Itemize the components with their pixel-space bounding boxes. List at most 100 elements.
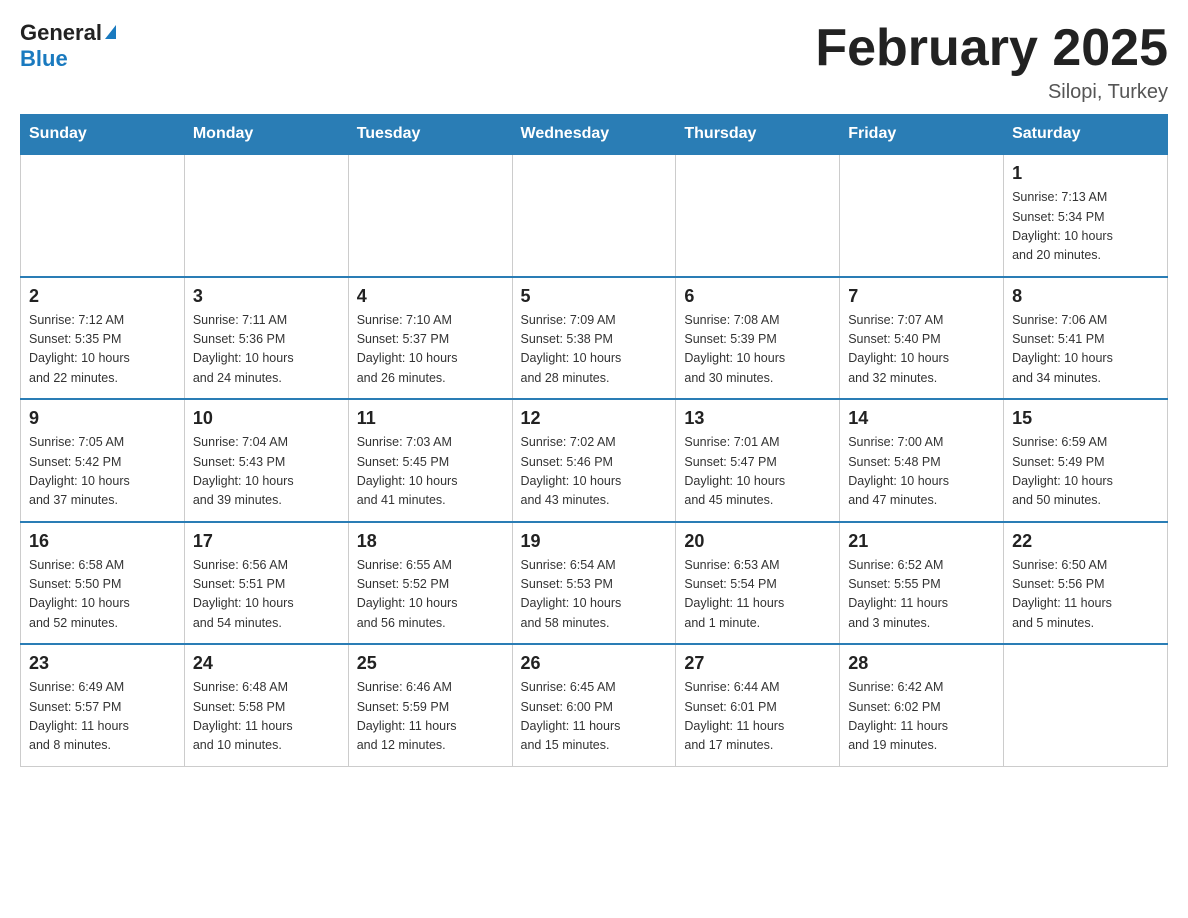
month-title: February 2025 (815, 20, 1168, 77)
day-number: 5 (521, 286, 668, 307)
calendar-cell: 25 Sunrise: 6:46 AMSunset: 5:59 PMDayligh… (348, 644, 512, 766)
day-info: Sunrise: 6:50 AMSunset: 5:56 PMDaylight:… (1012, 556, 1159, 634)
calendar-cell: 13Sunrise: 7:01 AMSunset: 5:47 PMDayligh… (676, 399, 840, 522)
calendar-cell: 7 Sunrise: 7:07 AMSunset: 5:40 PMDaylight… (840, 277, 1004, 400)
calendar-cell: 10 Sunrise: 7:04 AMSunset: 5:43 PMDayligh… (184, 399, 348, 522)
calendar-cell: 2Sunrise: 7:12 AMSunset: 5:35 PMDaylight… (21, 277, 185, 400)
day-number: 3 (193, 286, 340, 307)
day-info: Sunrise: 6:59 AMSunset: 5:49 PMDaylight:… (1012, 433, 1159, 511)
logo-triangle-icon (105, 25, 116, 39)
header-tuesday: Tuesday (348, 115, 512, 155)
day-number: 22 (1012, 531, 1159, 552)
day-number: 4 (357, 286, 504, 307)
day-info: Sunrise: 6:52 AMSunset: 5:55 PMDaylight:… (848, 556, 995, 634)
calendar-week-4: 16 Sunrise: 6:58 AMSunset: 5:50 PMDayligh… (21, 522, 1168, 645)
calendar-cell (21, 154, 185, 277)
day-info: Sunrise: 7:04 AMSunset: 5:43 PMDaylight:… (193, 433, 340, 511)
day-info: Sunrise: 6:45 AMSunset: 6:00 PMDaylight:… (521, 678, 668, 756)
calendar-cell: 14 Sunrise: 7:00 AMSunset: 5:48 PMDayligh… (840, 399, 1004, 522)
day-number: 10 (193, 408, 340, 429)
calendar-cell: 17 Sunrise: 6:56 AMSunset: 5:51 PMDayligh… (184, 522, 348, 645)
day-info: Sunrise: 7:07 AMSunset: 5:40 PMDaylight:… (848, 311, 995, 389)
day-info: Sunrise: 7:03 AMSunset: 5:45 PMDaylight:… (357, 433, 504, 511)
day-info: Sunrise: 6:53 AMSunset: 5:54 PMDaylight:… (684, 556, 831, 634)
day-info: Sunrise: 6:55 AMSunset: 5:52 PMDaylight:… (357, 556, 504, 634)
weekday-header-row: Sunday Monday Tuesday Wednesday Thursday… (21, 115, 1168, 155)
day-number: 6 (684, 286, 831, 307)
day-number: 1 (1012, 163, 1159, 184)
calendar-cell (840, 154, 1004, 277)
day-info: Sunrise: 6:44 AMSunset: 6:01 PMDaylight:… (684, 678, 831, 756)
logo-general-text: General (20, 20, 102, 46)
calendar-cell: 24 Sunrise: 6:48 AMSunset: 5:58 PMDayligh… (184, 644, 348, 766)
day-info: Sunrise: 7:08 AMSunset: 5:39 PMDaylight:… (684, 311, 831, 389)
day-info: Sunrise: 6:58 AMSunset: 5:50 PMDaylight:… (29, 556, 176, 634)
calendar-cell: 28Sunrise: 6:42 AMSunset: 6:02 PMDayligh… (840, 644, 1004, 766)
day-number: 11 (357, 408, 504, 429)
calendar-cell: 9 Sunrise: 7:05 AMSunset: 5:42 PMDaylight… (21, 399, 185, 522)
calendar-week-5: 23Sunrise: 6:49 AMSunset: 5:57 PMDayligh… (21, 644, 1168, 766)
calendar-week-1: 1 Sunrise: 7:13 AMSunset: 5:34 PMDaylight… (21, 154, 1168, 277)
day-info: Sunrise: 7:09 AMSunset: 5:38 PMDaylight:… (521, 311, 668, 389)
day-number: 18 (357, 531, 504, 552)
calendar-cell: 5 Sunrise: 7:09 AMSunset: 5:38 PMDaylight… (512, 277, 676, 400)
day-info: Sunrise: 7:01 AMSunset: 5:47 PMDaylight:… (684, 433, 831, 511)
calendar-cell: 21Sunrise: 6:52 AMSunset: 5:55 PMDayligh… (840, 522, 1004, 645)
calendar-cell: 23Sunrise: 6:49 AMSunset: 5:57 PMDayligh… (21, 644, 185, 766)
calendar-week-3: 9 Sunrise: 7:05 AMSunset: 5:42 PMDaylight… (21, 399, 1168, 522)
day-number: 12 (521, 408, 668, 429)
day-number: 2 (29, 286, 176, 307)
calendar-cell: 1 Sunrise: 7:13 AMSunset: 5:34 PMDaylight… (1004, 154, 1168, 277)
day-info: Sunrise: 7:13 AMSunset: 5:34 PMDaylight:… (1012, 188, 1159, 266)
day-info: Sunrise: 6:54 AMSunset: 5:53 PMDaylight:… (521, 556, 668, 634)
day-info: Sunrise: 6:56 AMSunset: 5:51 PMDaylight:… (193, 556, 340, 634)
header-saturday: Saturday (1004, 115, 1168, 155)
day-info: Sunrise: 7:11 AMSunset: 5:36 PMDaylight:… (193, 311, 340, 389)
day-number: 9 (29, 408, 176, 429)
calendar-cell: 11 Sunrise: 7:03 AMSunset: 5:45 PMDayligh… (348, 399, 512, 522)
calendar-cell: 26Sunrise: 6:45 AMSunset: 6:00 PMDayligh… (512, 644, 676, 766)
calendar-cell: 15 Sunrise: 6:59 AMSunset: 5:49 PMDayligh… (1004, 399, 1168, 522)
header-wednesday: Wednesday (512, 115, 676, 155)
calendar-cell: 27 Sunrise: 6:44 AMSunset: 6:01 PMDayligh… (676, 644, 840, 766)
location: Silopi, Turkey (815, 81, 1168, 104)
calendar-cell (348, 154, 512, 277)
day-info: Sunrise: 7:02 AMSunset: 5:46 PMDaylight:… (521, 433, 668, 511)
calendar-cell: 22 Sunrise: 6:50 AMSunset: 5:56 PMDayligh… (1004, 522, 1168, 645)
header-sunday: Sunday (21, 115, 185, 155)
calendar-cell: 18 Sunrise: 6:55 AMSunset: 5:52 PMDayligh… (348, 522, 512, 645)
day-number: 7 (848, 286, 995, 307)
day-info: Sunrise: 6:48 AMSunset: 5:58 PMDaylight:… (193, 678, 340, 756)
calendar-cell (512, 154, 676, 277)
day-info: Sunrise: 7:06 AMSunset: 5:41 PMDaylight:… (1012, 311, 1159, 389)
calendar-cell: 8 Sunrise: 7:06 AMSunset: 5:41 PMDaylight… (1004, 277, 1168, 400)
day-number: 23 (29, 653, 176, 674)
day-info: Sunrise: 6:46 AMSunset: 5:59 PMDaylight:… (357, 678, 504, 756)
day-number: 27 (684, 653, 831, 674)
day-number: 8 (1012, 286, 1159, 307)
day-number: 14 (848, 408, 995, 429)
calendar-week-2: 2Sunrise: 7:12 AMSunset: 5:35 PMDaylight… (21, 277, 1168, 400)
calendar-cell: 3 Sunrise: 7:11 AMSunset: 5:36 PMDaylight… (184, 277, 348, 400)
calendar-table: Sunday Monday Tuesday Wednesday Thursday… (20, 114, 1168, 767)
day-number: 17 (193, 531, 340, 552)
calendar-cell: 16 Sunrise: 6:58 AMSunset: 5:50 PMDayligh… (21, 522, 185, 645)
day-number: 15 (1012, 408, 1159, 429)
calendar-cell: 4Sunrise: 7:10 AMSunset: 5:37 PMDaylight… (348, 277, 512, 400)
day-number: 28 (848, 653, 995, 674)
day-number: 20 (684, 531, 831, 552)
calendar-cell (676, 154, 840, 277)
logo: General Blue (20, 20, 116, 72)
calendar-cell: 20 Sunrise: 6:53 AMSunset: 5:54 PMDayligh… (676, 522, 840, 645)
calendar-cell (1004, 644, 1168, 766)
title-block: February 2025 Silopi, Turkey (815, 20, 1168, 104)
page-header: General Blue February 2025 Silopi, Turke… (20, 20, 1168, 104)
day-number: 24 (193, 653, 340, 674)
calendar-cell: 12 Sunrise: 7:02 AMSunset: 5:46 PMDayligh… (512, 399, 676, 522)
day-number: 25 (357, 653, 504, 674)
day-info: Sunrise: 7:00 AMSunset: 5:48 PMDaylight:… (848, 433, 995, 511)
calendar-cell: 19Sunrise: 6:54 AMSunset: 5:53 PMDayligh… (512, 522, 676, 645)
day-info: Sunrise: 7:05 AMSunset: 5:42 PMDaylight:… (29, 433, 176, 511)
day-number: 16 (29, 531, 176, 552)
header-thursday: Thursday (676, 115, 840, 155)
